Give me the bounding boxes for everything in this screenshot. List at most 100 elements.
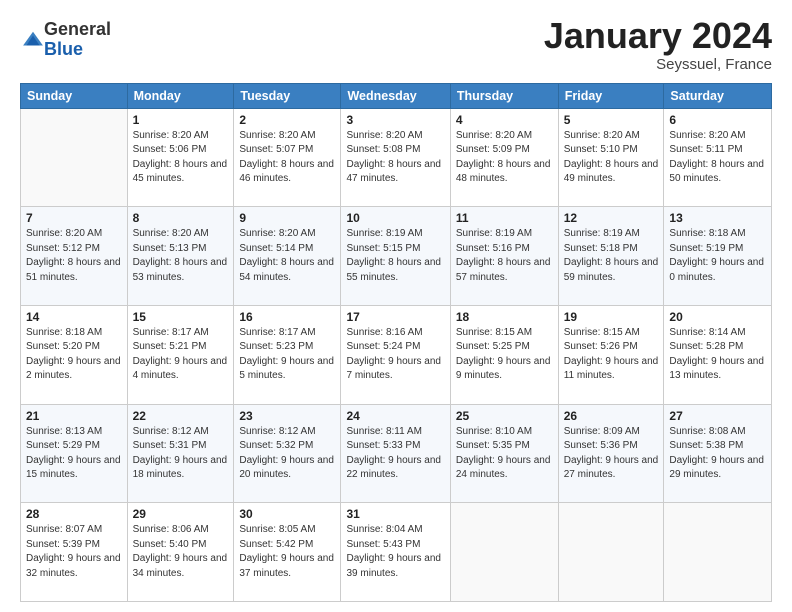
- day-cell: 23Sunrise: 8:12 AMSunset: 5:32 PMDayligh…: [234, 404, 341, 503]
- day-number: 19: [564, 310, 659, 324]
- logo-icon: [22, 29, 44, 51]
- day-info: Sunrise: 8:13 AMSunset: 5:29 PMDaylight:…: [26, 425, 122, 483]
- col-sunday: Sunday: [21, 83, 128, 108]
- day-cell: 30 Sunrise: 8:05 AMSunset: 5:42 PMDayligh…: [234, 503, 341, 602]
- day-cell: [21, 108, 128, 207]
- day-info: Sunrise: 8:20 AMSunset: 5:14 PMDaylight:…: [239, 227, 335, 285]
- day-number: 21: [26, 409, 122, 423]
- day-number: 14: [26, 310, 122, 324]
- day-number: 30: [239, 507, 335, 521]
- day-number: 16: [239, 310, 335, 324]
- day-info: Sunrise: 8:19 AMSunset: 5:18 PMDaylight:…: [564, 227, 659, 285]
- day-info: Sunrise: 8:18 AMSunset: 5:19 PMDaylight:…: [669, 227, 766, 285]
- day-number: 12: [564, 211, 659, 225]
- day-info: Sunrise: 8:09 AMSunset: 5:36 PMDaylight:…: [564, 425, 659, 483]
- day-info: Sunrise: 8:20 AMSunset: 5:12 PMDaylight:…: [26, 227, 122, 285]
- day-cell: [664, 503, 772, 602]
- day-number: 4: [456, 113, 553, 127]
- day-number: 2: [239, 113, 335, 127]
- day-cell: 9 Sunrise: 8:20 AMSunset: 5:14 PMDaylight…: [234, 207, 341, 306]
- day-info: Sunrise: 8:17 AMSunset: 5:21 PMDaylight:…: [133, 326, 229, 384]
- day-cell: 7Sunrise: 8:20 AMSunset: 5:12 PMDaylight…: [21, 207, 128, 306]
- day-info: Sunrise: 8:15 AMSunset: 5:25 PMDaylight:…: [456, 326, 553, 384]
- day-cell: 19 Sunrise: 8:15 AMSunset: 5:26 PMDayligh…: [558, 305, 664, 404]
- day-number: 1: [133, 113, 229, 127]
- day-info: Sunrise: 8:14 AMSunset: 5:28 PMDaylight:…: [669, 326, 766, 384]
- day-info: Sunrise: 8:11 AMSunset: 5:33 PMDaylight:…: [346, 425, 444, 483]
- day-number: 25: [456, 409, 553, 423]
- day-cell: 31 Sunrise: 8:04 AMSunset: 5:43 PMDayligh…: [341, 503, 450, 602]
- day-cell: 12 Sunrise: 8:19 AMSunset: 5:18 PMDayligh…: [558, 207, 664, 306]
- col-saturday: Saturday: [664, 83, 772, 108]
- day-cell: [450, 503, 558, 602]
- day-cell: 6 Sunrise: 8:20 AMSunset: 5:11 PMDaylight…: [664, 108, 772, 207]
- calendar-table: Sunday Monday Tuesday Wednesday Thursday…: [20, 83, 772, 602]
- day-cell: 27 Sunrise: 8:08 AMSunset: 5:38 PMDayligh…: [664, 404, 772, 503]
- day-cell: 22 Sunrise: 8:12 AMSunset: 5:31 PMDayligh…: [127, 404, 234, 503]
- day-cell: 15Sunrise: 8:17 AMSunset: 5:21 PMDayligh…: [127, 305, 234, 404]
- day-number: 28: [26, 507, 122, 521]
- day-number: 29: [133, 507, 229, 521]
- logo-general-text: General: [44, 19, 111, 39]
- day-info: Sunrise: 8:17 AMSunset: 5:23 PMDaylight:…: [239, 326, 335, 384]
- day-cell: 5 Sunrise: 8:20 AMSunset: 5:10 PMDaylight…: [558, 108, 664, 207]
- day-info: Sunrise: 8:20 AMSunset: 5:06 PMDaylight:…: [133, 129, 229, 187]
- day-info: Sunrise: 8:04 AMSunset: 5:43 PMDaylight:…: [346, 523, 444, 581]
- week-row-2: 14Sunrise: 8:18 AMSunset: 5:20 PMDayligh…: [21, 305, 772, 404]
- day-info: Sunrise: 8:08 AMSunset: 5:38 PMDaylight:…: [669, 425, 766, 483]
- day-cell: [558, 503, 664, 602]
- day-number: 31: [346, 507, 444, 521]
- day-number: 13: [669, 211, 766, 225]
- day-info: Sunrise: 8:19 AMSunset: 5:15 PMDaylight:…: [346, 227, 444, 285]
- day-number: 10: [346, 211, 444, 225]
- page: General Blue January 2024 Seyssuel, Fran…: [0, 0, 792, 612]
- day-number: 26: [564, 409, 659, 423]
- week-row-1: 7Sunrise: 8:20 AMSunset: 5:12 PMDaylight…: [21, 207, 772, 306]
- day-number: 27: [669, 409, 766, 423]
- day-cell: 14Sunrise: 8:18 AMSunset: 5:20 PMDayligh…: [21, 305, 128, 404]
- col-monday: Monday: [127, 83, 234, 108]
- col-friday: Friday: [558, 83, 664, 108]
- day-number: 6: [669, 113, 766, 127]
- day-number: 22: [133, 409, 229, 423]
- day-info: Sunrise: 8:20 AMSunset: 5:11 PMDaylight:…: [669, 129, 766, 187]
- week-row-4: 28 Sunrise: 8:07 AMSunset: 5:39 PMDayligh…: [21, 503, 772, 602]
- day-info: Sunrise: 8:05 AMSunset: 5:42 PMDaylight:…: [239, 523, 335, 581]
- day-cell: 17 Sunrise: 8:16 AMSunset: 5:24 PMDayligh…: [341, 305, 450, 404]
- day-info: Sunrise: 8:20 AMSunset: 5:10 PMDaylight:…: [564, 129, 659, 187]
- location: Seyssuel, France: [544, 56, 772, 73]
- day-number: 9: [239, 211, 335, 225]
- calendar-body: 1 Sunrise: 8:20 AMSunset: 5:06 PMDaylight…: [21, 108, 772, 601]
- calendar-header: Sunday Monday Tuesday Wednesday Thursday…: [21, 83, 772, 108]
- day-number: 11: [456, 211, 553, 225]
- day-cell: 26 Sunrise: 8:09 AMSunset: 5:36 PMDayligh…: [558, 404, 664, 503]
- day-cell: 4 Sunrise: 8:20 AMSunset: 5:09 PMDaylight…: [450, 108, 558, 207]
- col-thursday: Thursday: [450, 83, 558, 108]
- day-number: 20: [669, 310, 766, 324]
- day-info: Sunrise: 8:20 AMSunset: 5:09 PMDaylight:…: [456, 129, 553, 187]
- day-number: 8: [133, 211, 229, 225]
- day-cell: 11 Sunrise: 8:19 AMSunset: 5:16 PMDayligh…: [450, 207, 558, 306]
- day-info: Sunrise: 8:12 AMSunset: 5:31 PMDaylight:…: [133, 425, 229, 483]
- day-info: Sunrise: 8:15 AMSunset: 5:26 PMDaylight:…: [564, 326, 659, 384]
- day-cell: 28 Sunrise: 8:07 AMSunset: 5:39 PMDayligh…: [21, 503, 128, 602]
- day-info: Sunrise: 8:10 AMSunset: 5:35 PMDaylight:…: [456, 425, 553, 483]
- day-cell: 10 Sunrise: 8:19 AMSunset: 5:15 PMDayligh…: [341, 207, 450, 306]
- day-info: Sunrise: 8:19 AMSunset: 5:16 PMDaylight:…: [456, 227, 553, 285]
- day-info: Sunrise: 8:06 AMSunset: 5:40 PMDaylight:…: [133, 523, 229, 581]
- day-info: Sunrise: 8:16 AMSunset: 5:24 PMDaylight:…: [346, 326, 444, 384]
- calendar: Sunday Monday Tuesday Wednesday Thursday…: [20, 83, 772, 602]
- col-wednesday: Wednesday: [341, 83, 450, 108]
- day-info: Sunrise: 8:07 AMSunset: 5:39 PMDaylight:…: [26, 523, 122, 581]
- day-cell: 21 Sunrise: 8:13 AMSunset: 5:29 PMDayligh…: [21, 404, 128, 503]
- day-cell: 3Sunrise: 8:20 AMSunset: 5:08 PMDaylight…: [341, 108, 450, 207]
- day-cell: 24Sunrise: 8:11 AMSunset: 5:33 PMDayligh…: [341, 404, 450, 503]
- logo-blue-text: Blue: [44, 39, 83, 59]
- day-number: 5: [564, 113, 659, 127]
- day-number: 18: [456, 310, 553, 324]
- day-cell: 8Sunrise: 8:20 AMSunset: 5:13 PMDaylight…: [127, 207, 234, 306]
- day-info: Sunrise: 8:20 AMSunset: 5:07 PMDaylight:…: [239, 129, 335, 187]
- week-row-0: 1 Sunrise: 8:20 AMSunset: 5:06 PMDaylight…: [21, 108, 772, 207]
- day-number: 3: [346, 113, 444, 127]
- day-number: 17: [346, 310, 444, 324]
